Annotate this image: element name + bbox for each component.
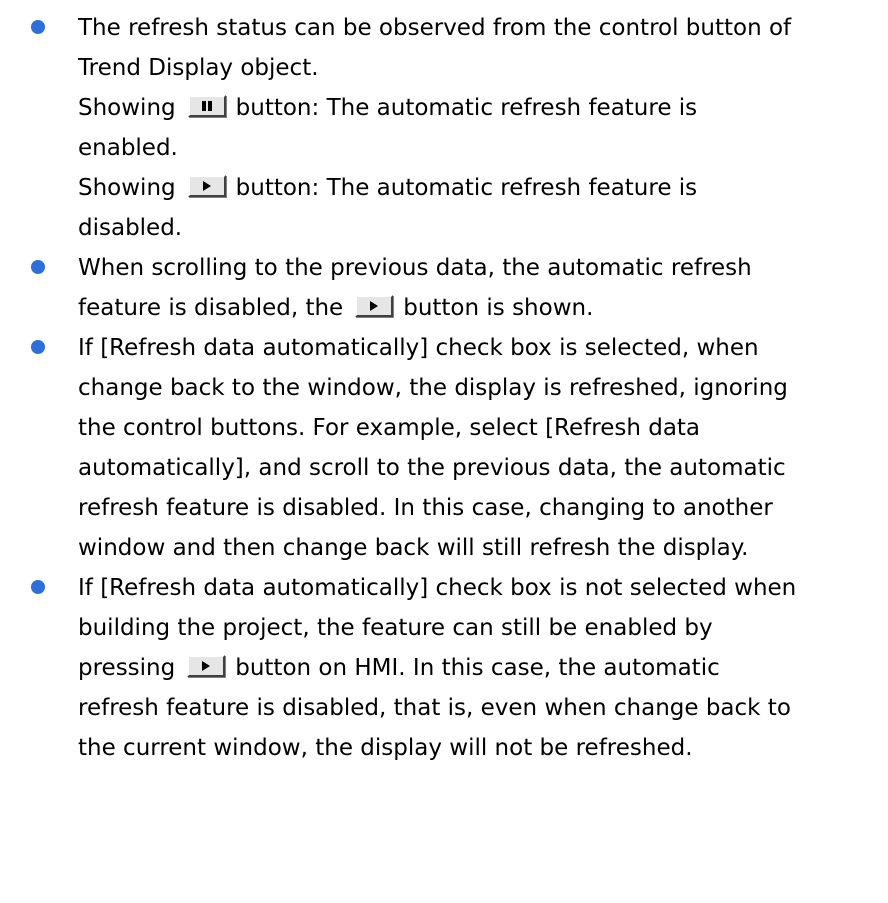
- text-fragment: Showing: [78, 95, 176, 121]
- text-line: window and then change back will still r…: [78, 535, 749, 561]
- play-button-icon: [187, 175, 226, 197]
- text-line: automatically], and scroll to the previo…: [78, 455, 786, 481]
- pause-button-icon: [187, 95, 226, 117]
- bullet-icon: [31, 340, 45, 354]
- text-line: feature is disabled, the button is shown.: [78, 288, 888, 328]
- text-fragment: button on HMI. In this case, the automat…: [235, 655, 720, 681]
- list-item: If [Refresh data automatically] check bo…: [0, 328, 888, 568]
- text-line: When scrolling to the previous data, the…: [78, 255, 752, 281]
- text-line: disabled.: [78, 215, 183, 241]
- text-line: If [Refresh data automatically] check bo…: [78, 335, 759, 361]
- text-line: refresh feature is disabled, that is, ev…: [78, 695, 791, 721]
- text-line: building the project, the feature can st…: [78, 615, 713, 641]
- document-body: The refresh status can be observed from …: [0, 0, 888, 768]
- bullet-icon: [31, 580, 45, 594]
- text-line: the control buttons. For example, select…: [78, 415, 701, 441]
- play-button-icon: [187, 655, 226, 677]
- text-fragment: button: The automatic refresh feature is: [235, 95, 698, 121]
- list-item: The refresh status can be observed from …: [0, 8, 888, 248]
- text-line: refresh feature is disabled. In this cas…: [78, 495, 773, 521]
- list-item: If [Refresh data automatically] check bo…: [0, 568, 888, 768]
- text-fragment: button: The automatic refresh feature is: [235, 175, 698, 201]
- bullet-icon: [31, 20, 45, 34]
- bullet-icon: [31, 260, 45, 274]
- text-line: If [Refresh data automatically] check bo…: [78, 575, 797, 601]
- text-fragment: button is shown.: [403, 295, 594, 321]
- list-item: When scrolling to the previous data, the…: [0, 248, 888, 328]
- text-fragment: pressing: [78, 655, 176, 681]
- text-line: enabled.: [78, 135, 178, 161]
- text-fragment: Showing: [78, 175, 176, 201]
- text-line: Showing button: The automatic refresh fea…: [78, 168, 888, 208]
- text-fragment: feature is disabled, the: [78, 295, 344, 321]
- text-line: Trend Display object.: [78, 55, 319, 81]
- text-line: change back to the window, the display i…: [78, 375, 788, 401]
- text-line: The refresh status can be observed from …: [78, 15, 792, 41]
- play-button-icon: [355, 295, 394, 317]
- text-line: Showing button: The automatic refresh fea…: [78, 88, 888, 128]
- text-line: the current window, the display will not…: [78, 735, 693, 761]
- text-line: pressing button on HMI. In this case, the…: [78, 648, 888, 688]
